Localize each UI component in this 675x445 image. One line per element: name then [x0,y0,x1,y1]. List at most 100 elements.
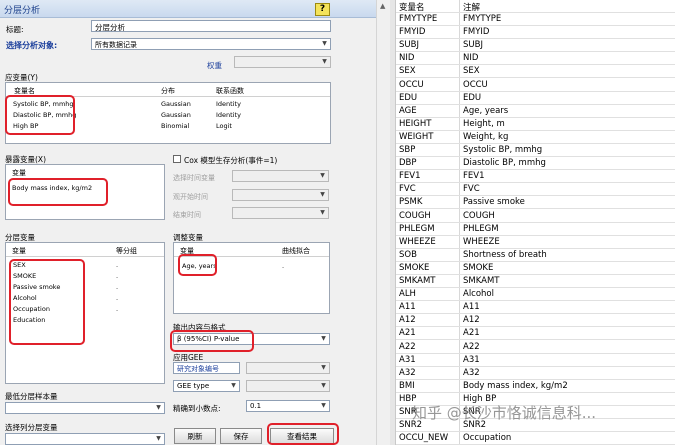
cell-note: Shortness of breath [463,249,547,260]
table-row[interactable]: FVC FVC [396,183,675,197]
table-row[interactable]: SBP Systolic BP, mmhg [396,144,675,157]
target-select-value: 所有数据记录 [95,41,137,49]
cell-varname: OCCU_NEW [399,433,449,444]
strata-dot: . [116,305,119,313]
cell-note: Alcohol [463,289,494,300]
cell-varname: FMYTYPE [399,14,438,24]
cox-start-label: 观开始时间 [173,193,208,201]
highlight-outcome [5,95,75,135]
table-row[interactable]: PHLEGM PHLEGM [396,223,675,236]
cell-note: Occupation [463,433,512,444]
cell-note: A22 [463,341,480,352]
table-row[interactable]: A12 A12 [396,314,675,328]
header-varname: 变量名 [399,3,425,13]
cell-note: A21 [463,328,480,339]
cell-varname: SMKAMT [399,276,436,286]
table-row[interactable]: SEX SEX [396,65,675,79]
cell-varname: SOB [399,249,417,260]
cell-varname: SUBJ [399,40,419,51]
cell-varname: FMYID [399,27,426,38]
table-row[interactable]: OCCU_NEW Occupation [396,432,675,445]
cell-varname: PHLEGM [399,223,435,234]
strata-header-var: 变量 [12,247,26,255]
table-row[interactable]: ALH Alcohol [396,288,675,302]
table-row[interactable]: SMKAMT SMKAMT [396,275,675,288]
table-row[interactable]: OCCU OCCU [396,79,675,92]
watermark: 知乎 @长沙市恪诚信息科... [412,404,597,422]
target-select[interactable]: 所有数据记录 ▼ [91,38,331,50]
cell-note: FEV1 [463,171,485,182]
cox-time-select[interactable]: ▼ [232,170,329,182]
cox-start-select[interactable]: ▼ [232,189,329,201]
table-row[interactable]: AGE Age, years [396,105,675,118]
dialog-title: 分层分析 [4,6,41,16]
cell-note: Body mass index, kg/m2 [463,380,568,391]
adjust-grid[interactable]: 变量 曲线拟合 Age, years . [173,242,330,314]
cell-varname: A12 [399,315,416,326]
table-row[interactable]: EDU EDU [396,92,675,105]
table-row[interactable]: HEIGHT Height, m [396,118,675,131]
weight-select[interactable]: ▼ [234,56,331,68]
table-row[interactable]: SMOKE SMOKE [396,262,675,275]
table-row[interactable]: A11 A11 [396,301,675,315]
table-row[interactable]: A31 A31 [396,354,675,367]
table-row[interactable]: DBP Diastolic BP, mmhg [396,157,675,171]
table-row[interactable]: PSMK Passive smoke [396,196,675,210]
chevron-down-icon: ▼ [320,209,325,216]
min-stratum-select[interactable]: ▼ [5,402,165,414]
table-row[interactable]: WEIGHT Weight, kg [396,131,675,144]
table-row[interactable]: FEV1 FEV1 [396,170,675,184]
target-label: 选择分析对象: [6,41,58,50]
outcome-row-link: Identity [216,111,241,119]
dialog-scrollbar[interactable]: ▲ [376,0,390,445]
cell-varname: FEV1 [399,171,421,182]
cell-varname: BMI [399,380,415,391]
cox-checkbox[interactable] [173,155,181,163]
chevron-down-icon: ▼ [231,382,236,389]
cell-note: FMYTYPE [463,14,502,24]
gee-type-select[interactable]: GEE type ▼ [173,380,240,392]
table-row[interactable]: FMYID FMYID [396,26,675,40]
highlight-exposure [8,178,108,206]
table-row[interactable]: WHEEZE WHEEZE [396,236,675,249]
strata-dot: . [116,283,119,291]
cell-varname: SEX [399,66,416,77]
table-row[interactable]: FMYTYPE FMYTYPE [396,13,675,26]
cell-note: Age, years [463,105,509,116]
table-row[interactable]: A32 A32 [396,367,675,380]
title-input[interactable]: 分层分析 [91,20,331,32]
analysis-dialog: 分层分析 ? 标题: 分层分析 选择分析对象: 所有数据记录 ▼ 权重 ▼ 应变量… [0,0,390,445]
subject-id-select[interactable]: ▼ [246,362,330,374]
cell-varname: OCCU [399,79,424,90]
table-row[interactable]: NID NID [396,52,675,66]
cox-end-select[interactable]: ▼ [232,207,329,219]
help-button[interactable]: ? [315,3,330,16]
adjust-dot: . [282,262,285,270]
cell-note: A31 [463,354,480,365]
table-row[interactable]: A21 A21 [396,327,675,341]
chevron-down-icon: ▼ [320,172,325,179]
weight-label: 权重 [207,61,222,70]
save-button[interactable]: 保存 [220,428,262,444]
gee-corr-select[interactable]: ▼ [246,380,330,392]
outcome-row-link: Identity [216,100,241,108]
select-stratum-select[interactable]: ▼ [5,433,165,445]
cell-note: SEX [463,66,480,77]
grid-divider [6,256,164,257]
cell-note: PHLEGM [463,223,499,234]
cox-end-label: 结束时间 [173,211,201,219]
table-header: 变量名 注解 [396,0,675,13]
refresh-button[interactable]: 刷新 [174,428,216,444]
title-label: 标题: [6,25,24,34]
table-row[interactable]: SUBJ SUBJ [396,39,675,53]
cell-note: EDU [463,92,482,103]
table-row[interactable]: BMI Body mass index, kg/m2 [396,380,675,393]
decimal-select[interactable]: 0.1 ▼ [246,400,330,412]
subject-id-field[interactable]: 研究对象编号 [173,362,240,374]
gee-type-value: GEE type [177,382,210,390]
table-row[interactable]: COUGH COUGH [396,210,675,223]
table-row[interactable]: A22 A22 [396,341,675,354]
cell-varname: PSMK [399,197,423,208]
cell-note: FVC [463,184,480,195]
table-row[interactable]: SOB Shortness of breath [396,249,675,262]
